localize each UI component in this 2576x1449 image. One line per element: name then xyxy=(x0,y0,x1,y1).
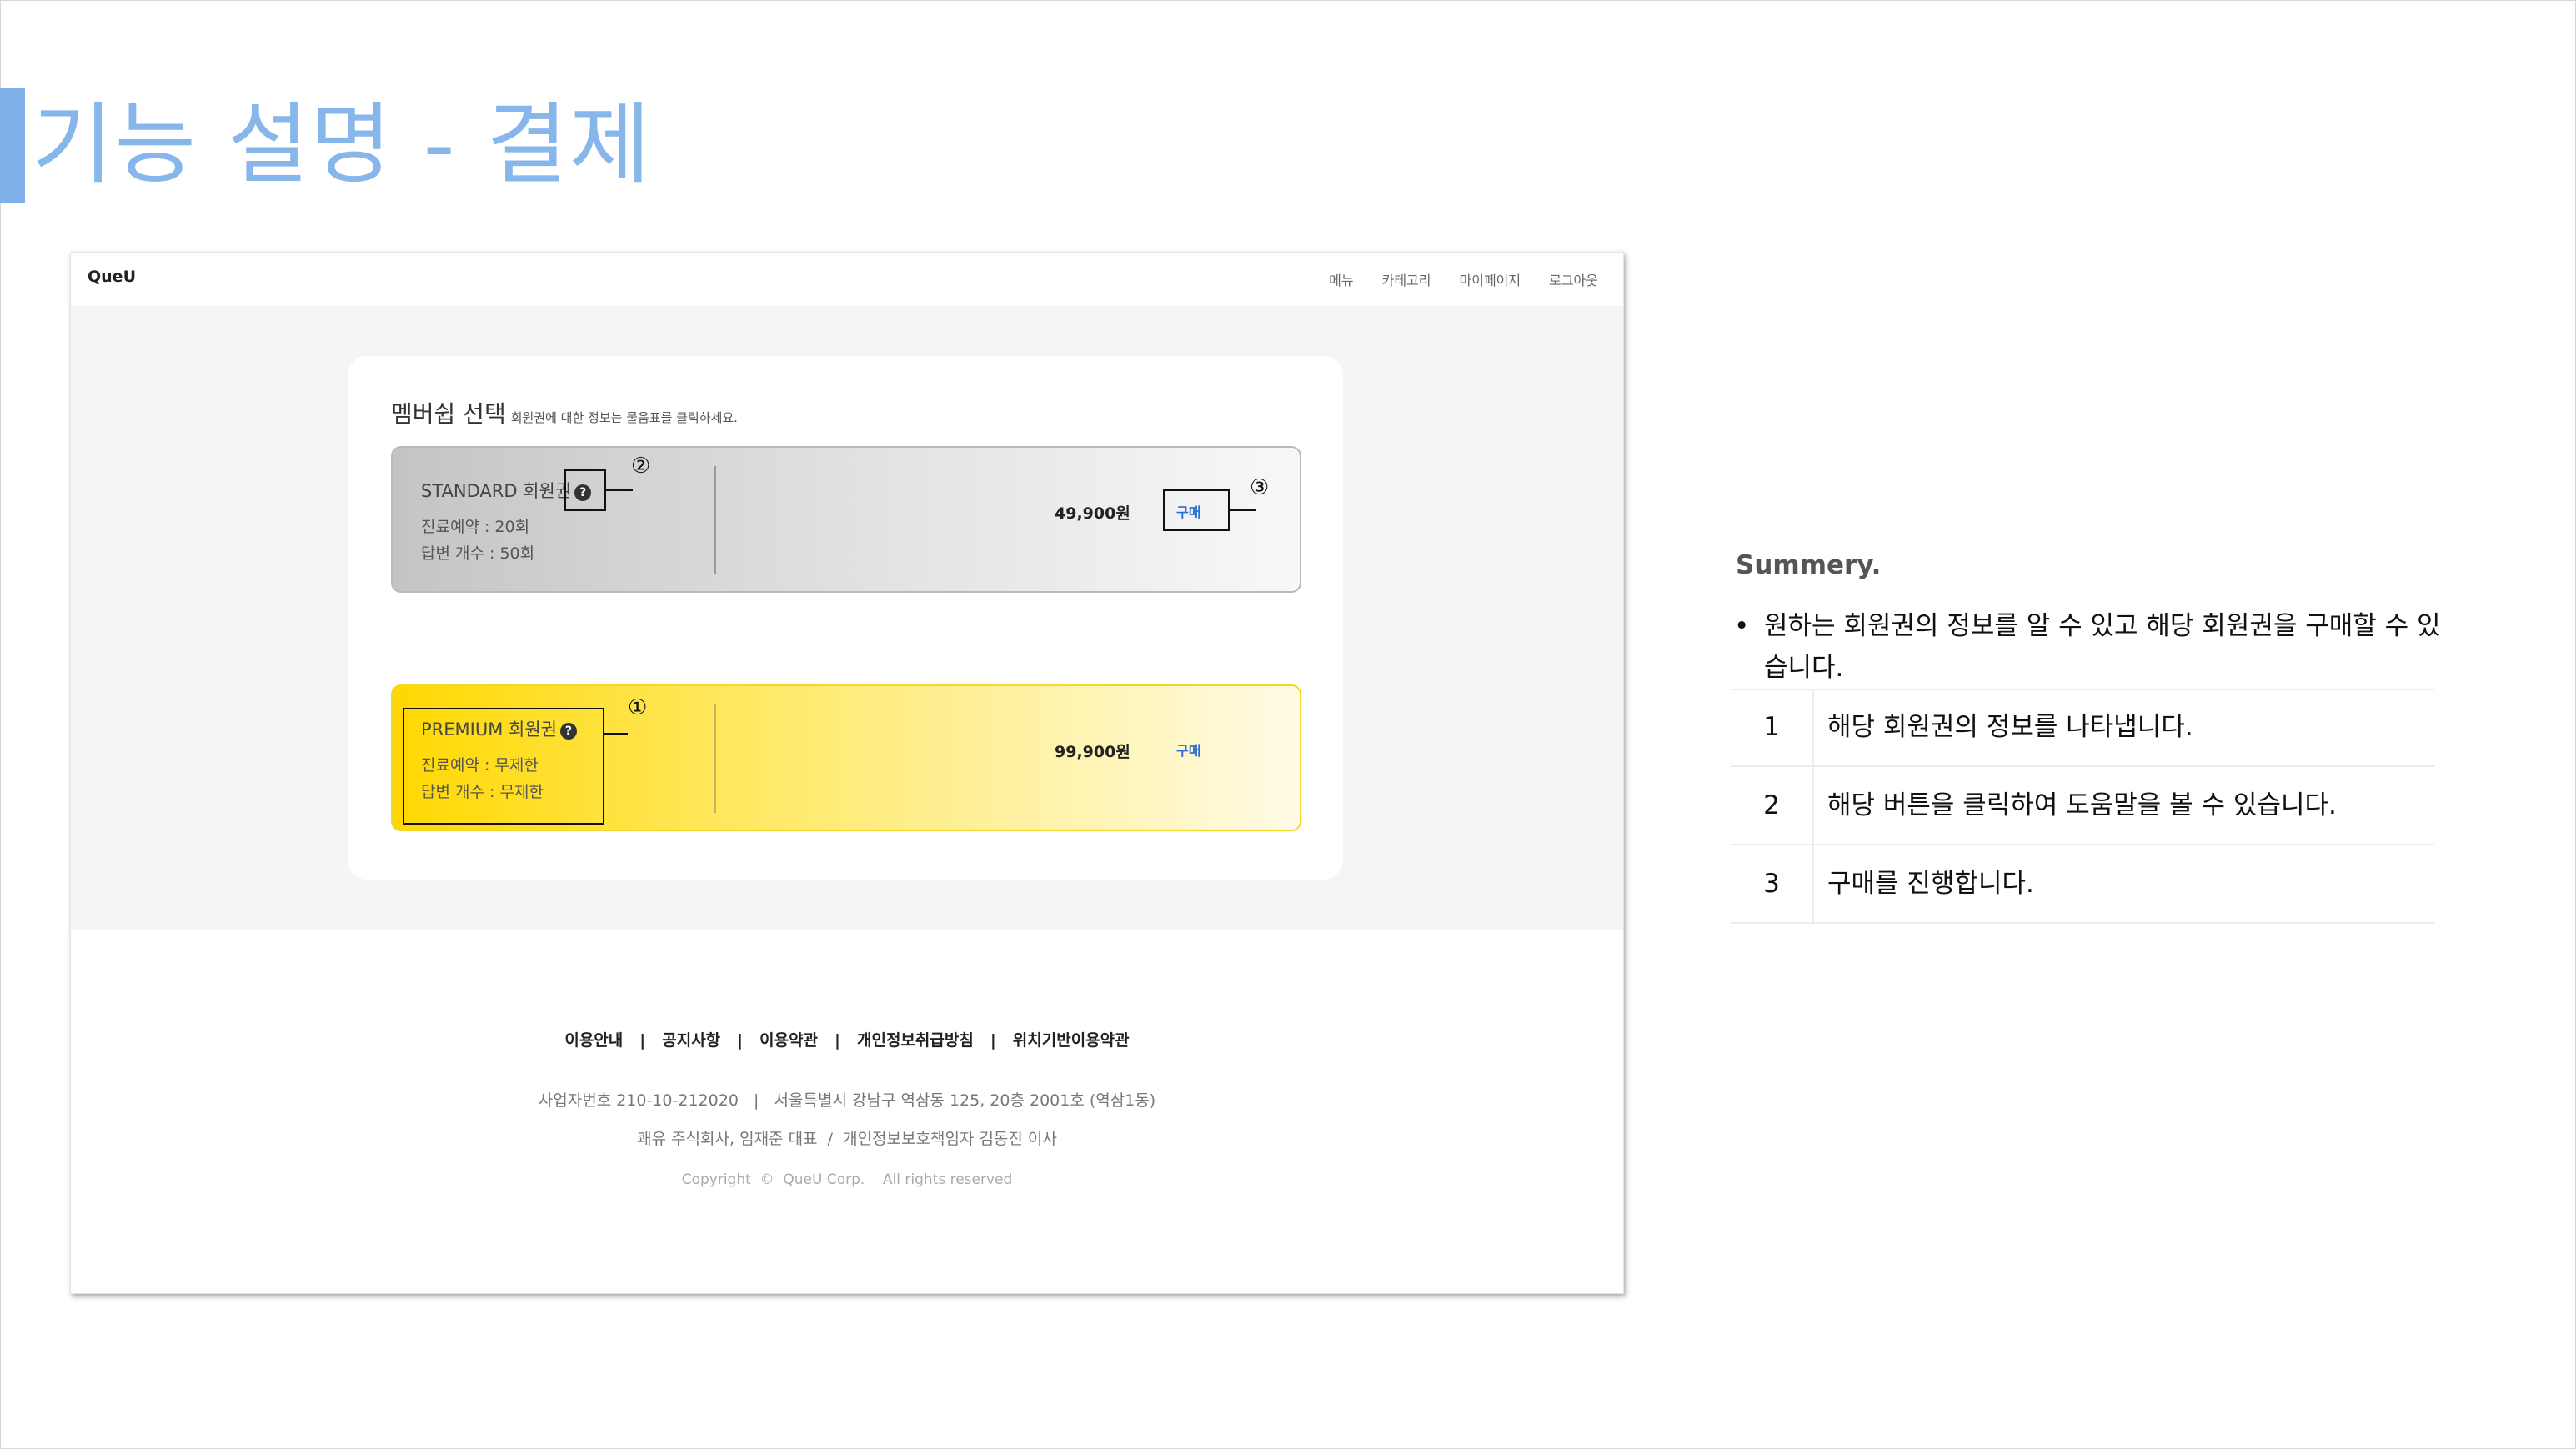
title-accent-bar xyxy=(0,88,25,203)
row-number: 2 xyxy=(1731,767,1814,844)
bullet-marker: • xyxy=(1734,611,1750,641)
membership-heading: 멤버쉽 선택 회원권에 대한 정보는 물음표를 클릭하세요. xyxy=(391,396,738,429)
nav-logout[interactable]: 로그아웃 xyxy=(1549,269,1598,289)
main-content: 멤버쉽 선택 회원권에 대한 정보는 물음표를 클릭하세요. STANDARD 회… xyxy=(71,306,1623,930)
footer: 이용안내 | 공지사항 | 이용약관 | 개인정보취급방침 | 위치기반이용약관 사업자번호 2… xyxy=(71,930,1623,1293)
plan-divider xyxy=(714,704,716,813)
footer-links: 이용안내 | 공지사항 | 이용약관 | 개인정보취급방침 | 위치기반이용약관 xyxy=(71,1028,1623,1050)
slide-title: 기능 설명 - 결제 xyxy=(32,93,653,196)
annotation-line-1 xyxy=(604,733,628,735)
membership-title: 멤버쉽 선택 xyxy=(391,400,506,428)
plan-standard-price: 49,900원 xyxy=(1055,504,1130,523)
nav-category[interactable]: 카테고리 xyxy=(1382,269,1431,289)
footer-business-info: 사업자번호 210-10-212020 | 서울특별시 강남구 역삼동 125,… xyxy=(538,1091,1156,1110)
plan-premium-price: 99,900원 xyxy=(1055,743,1130,761)
footer-link-location-terms[interactable]: 위치기반이용약관 xyxy=(1013,1031,1130,1050)
nav-links: 메뉴 카테고리 마이페이지 로그아웃 xyxy=(1329,269,1598,289)
footer-link-terms[interactable]: 이용약관 xyxy=(759,1031,818,1050)
footer-separator: | xyxy=(834,1031,840,1050)
annotation-box-2 xyxy=(564,469,606,511)
annotation-number-1: ① xyxy=(628,695,648,720)
summary-title: Summery. xyxy=(1736,550,1882,580)
footer-link-guide[interactable]: 이용안내 xyxy=(564,1031,623,1050)
plan-standard-reservations: 진료예약 : 20회 xyxy=(421,518,530,536)
nav-menu[interactable]: 메뉴 xyxy=(1329,269,1353,289)
annotation-box-3 xyxy=(1163,489,1230,531)
row-description: 해당 회원권의 정보를 나타냅니다. xyxy=(1827,712,2193,742)
table-row: 3 구매를 진행합니다. xyxy=(1731,845,2434,924)
app-screenshot: QueU 메뉴 카테고리 마이페이지 로그아웃 멤버쉽 선택 회원권에 대한 정보… xyxy=(70,252,1624,1294)
summary-bullet-text: 원하는 회원권의 정보를 알 수 있고 해당 회원권을 구매할 수 있습니다. xyxy=(1764,611,2441,683)
plan-premium-buy-button[interactable]: 구매 xyxy=(1176,740,1200,760)
footer-link-privacy[interactable]: 개인정보취급방침 xyxy=(857,1031,974,1050)
plan-standard-label: STANDARD 회원권 xyxy=(421,481,572,501)
footer-separator: | xyxy=(990,1031,996,1050)
nav-mypage[interactable]: 마이페이지 xyxy=(1460,269,1521,289)
annotation-line-2 xyxy=(606,489,633,491)
footer-separator: | xyxy=(737,1031,744,1050)
membership-subtitle: 회원권에 대한 정보는 물음표를 클릭하세요. xyxy=(510,410,738,425)
summary-table: 1 해당 회원권의 정보를 나타냅니다. 2 해당 버튼을 클릭하여 도움말을 … xyxy=(1731,689,2434,924)
row-description: 해당 버튼을 클릭하여 도움말을 볼 수 있습니다. xyxy=(1827,790,2337,820)
annotation-box-1 xyxy=(403,708,604,825)
table-row: 1 해당 회원권의 정보를 나타냅니다. xyxy=(1731,689,2434,767)
row-description: 구매를 진행합니다. xyxy=(1827,869,2034,899)
annotation-number-2: ② xyxy=(631,454,651,479)
brand-logo[interactable]: QueU xyxy=(88,268,136,286)
membership-card: 멤버쉽 선택 회원권에 대한 정보는 물음표를 클릭하세요. STANDARD 회… xyxy=(348,356,1343,880)
footer-copyright: Copyright © QueU Corp. All rights reserv… xyxy=(681,1171,1013,1188)
footer-separator: | xyxy=(639,1031,646,1050)
footer-link-notice[interactable]: 공지사항 xyxy=(662,1031,720,1050)
footer-company-info: 쾌유 주식회사, 임재준 대표 / 개인정보보호책임자 김동진 이사 xyxy=(637,1130,1057,1148)
top-nav: QueU 메뉴 카테고리 마이페이지 로그아웃 xyxy=(71,253,1623,307)
table-row: 2 해당 버튼을 클릭하여 도움말을 볼 수 있습니다. xyxy=(1731,767,2434,845)
plan-divider xyxy=(714,466,716,574)
plan-standard-answers: 답변 개수 : 50회 xyxy=(421,544,535,563)
row-number: 3 xyxy=(1731,845,1814,922)
annotation-line-3 xyxy=(1230,509,1256,511)
row-number: 1 xyxy=(1731,689,1814,765)
annotation-number-3: ③ xyxy=(1250,475,1270,500)
